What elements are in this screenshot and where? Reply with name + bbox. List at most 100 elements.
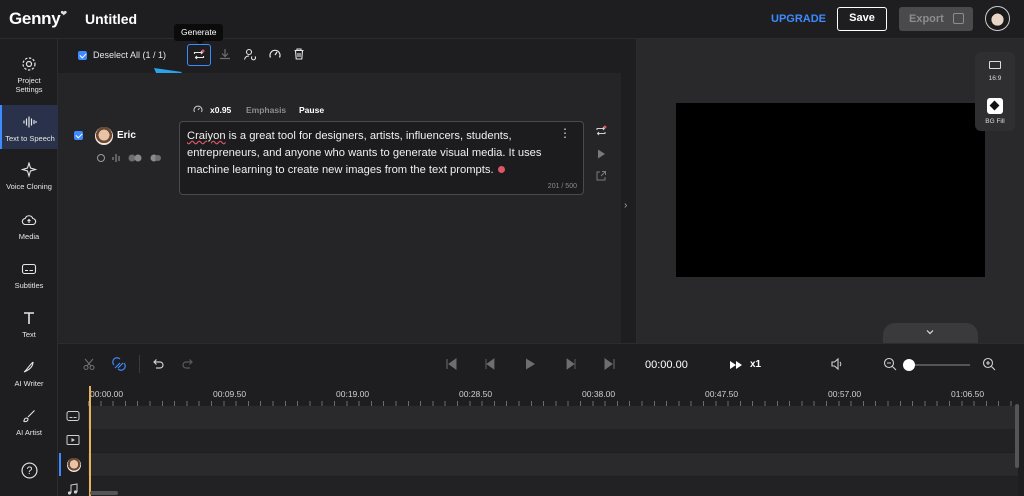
document-title[interactable]: Untitled	[85, 11, 137, 27]
sidebar-item-text-to-speech[interactable]: Text to Speech	[0, 105, 58, 149]
sidebar-item-project-settings[interactable]: Project Settings	[0, 56, 58, 94]
next-frame-icon[interactable]	[564, 357, 578, 371]
sidebar-item-label: Subtitles	[14, 281, 44, 290]
error-dot-icon[interactable]	[497, 166, 505, 173]
pause-button[interactable]: Pause	[299, 105, 324, 115]
subtitles-icon	[21, 263, 37, 275]
script-text-rest: is a great tool for designers, artists, …	[187, 130, 542, 176]
play-button-icon[interactable]	[523, 357, 537, 371]
ruler-label: 00:09.50	[213, 389, 247, 399]
svg-text:?: ?	[26, 465, 32, 477]
bg-fill-label[interactable]: BG Fill	[975, 118, 1015, 125]
script-textbox[interactable]: Craiyon is a great tool for designers, a…	[179, 121, 584, 195]
more-options-icon[interactable]: ⋮	[559, 127, 571, 139]
bg-fill-icon[interactable]	[987, 98, 1003, 114]
zoom-slider-handle[interactable]	[903, 359, 915, 371]
speaker-options-icons[interactable]	[96, 153, 164, 163]
sidebar-item-subtitles[interactable]: Subtitles	[0, 261, 58, 290]
previous-frame-icon[interactable]	[483, 357, 497, 371]
speaker-name[interactable]: Eric	[117, 130, 136, 141]
genny-logo[interactable]: Genny❤	[9, 9, 67, 29]
fast-forward-icon[interactable]	[729, 360, 743, 370]
redo-icon[interactable]	[181, 357, 195, 371]
export-button[interactable]: Export	[899, 7, 973, 31]
playback-speed[interactable]: x1	[750, 359, 761, 370]
music-track[interactable]	[88, 477, 1018, 496]
aspect-ratio-icon[interactable]	[989, 61, 1001, 69]
sidebar-item-media[interactable]: Media	[0, 212, 58, 241]
subtitle-track[interactable]	[88, 406, 1018, 429]
zoom-out-icon[interactable]	[883, 357, 897, 371]
cloud-upload-icon	[21, 215, 37, 226]
export-icon	[953, 13, 964, 24]
editor-divider	[621, 39, 636, 343]
timeline-divider	[139, 355, 140, 373]
playhead[interactable]	[89, 386, 91, 496]
skip-to-end-icon[interactable]	[603, 357, 617, 371]
generate-tooltip: Generate	[174, 24, 224, 45]
speaker-settings-icon[interactable]	[243, 47, 257, 61]
help-button[interactable]: ?	[0, 462, 58, 483]
undo-icon[interactable]	[151, 357, 165, 371]
generate-button[interactable]	[187, 44, 211, 66]
collapse-panel-icon[interactable]: ›	[624, 200, 627, 211]
sidebar-item-label: Text	[22, 330, 36, 339]
video-track[interactable]	[88, 429, 1018, 452]
help-icon: ?	[20, 462, 38, 479]
aspect-ratio-label[interactable]: 16:9	[975, 75, 1015, 82]
video-canvas[interactable]	[676, 103, 985, 277]
export-label: Export	[909, 13, 944, 25]
regenerate-icon[interactable]	[595, 125, 607, 137]
trash-icon[interactable]	[292, 47, 306, 61]
left-sidebar: Project Settings Text to Speech Voice Cl…	[0, 39, 58, 496]
deselect-all-checkbox[interactable]	[78, 51, 87, 60]
sidebar-item-ai-writer[interactable]: AI Writer	[0, 359, 58, 388]
heart-icon: ❤	[60, 9, 67, 18]
emphasis-button[interactable]: Emphasis	[246, 105, 286, 115]
current-time: 00:00.00	[645, 359, 688, 371]
download-icon[interactable]	[218, 47, 232, 61]
speed-icon[interactable]	[268, 47, 282, 61]
voice-clone-icon	[21, 162, 37, 178]
volume-icon[interactable]	[830, 357, 844, 371]
user-avatar[interactable]	[985, 6, 1010, 31]
script-editor	[58, 73, 621, 343]
play-icon[interactable]	[595, 148, 607, 160]
block-checkbox[interactable]	[74, 131, 83, 140]
character-counter: 201 / 500	[547, 183, 577, 190]
misspelled-word[interactable]: Craiyon	[187, 130, 226, 142]
speaker-avatar[interactable]	[95, 127, 113, 145]
vertical-scrollbar[interactable]	[1015, 404, 1019, 468]
gear-icon	[22, 57, 36, 71]
skip-to-start-icon[interactable]	[444, 357, 458, 371]
ruler-label: 00:00.00	[90, 389, 124, 399]
sidebar-item-label: Voice Cloning	[6, 182, 52, 191]
deselect-all-label[interactable]: Deselect All (1 / 1)	[93, 50, 166, 60]
upgrade-link[interactable]: UPGRADE	[771, 13, 826, 25]
speed-small-icon	[193, 105, 203, 113]
horizontal-scrollbar[interactable]	[90, 491, 118, 495]
ruler-label: 00:38.00	[582, 389, 616, 399]
sidebar-item-label: AI Artist	[16, 428, 42, 437]
share-icon[interactable]	[595, 170, 607, 182]
text-icon	[24, 312, 34, 324]
ruler-label: 00:28.50	[459, 389, 493, 399]
sidebar-item-voice-cloning[interactable]: Voice Cloning	[0, 162, 58, 191]
ruler-label: 00:47.50	[705, 389, 739, 399]
ruler-label: 00:19.00	[336, 389, 370, 399]
voice-track-avatar[interactable]	[67, 458, 81, 472]
script-text[interactable]: Craiyon is a great tool for designers, a…	[187, 128, 557, 179]
scissors-icon[interactable]	[82, 357, 96, 371]
collapse-preview-tab[interactable]	[883, 323, 978, 343]
save-button[interactable]: Save	[837, 7, 887, 31]
sidebar-item-label: AI Writer	[14, 379, 44, 388]
magnet-icon[interactable]	[112, 357, 126, 371]
sidebar-item-ai-artist[interactable]: AI Artist	[0, 408, 58, 437]
subtitles-track-icon	[66, 411, 80, 421]
brush-icon	[23, 410, 35, 423]
video-track-icon	[66, 435, 80, 445]
zoom-in-icon[interactable]	[982, 357, 996, 371]
speed-value[interactable]: x0.95	[210, 105, 231, 115]
sidebar-item-text[interactable]: Text	[0, 310, 58, 339]
voice-track[interactable]	[88, 453, 1018, 476]
